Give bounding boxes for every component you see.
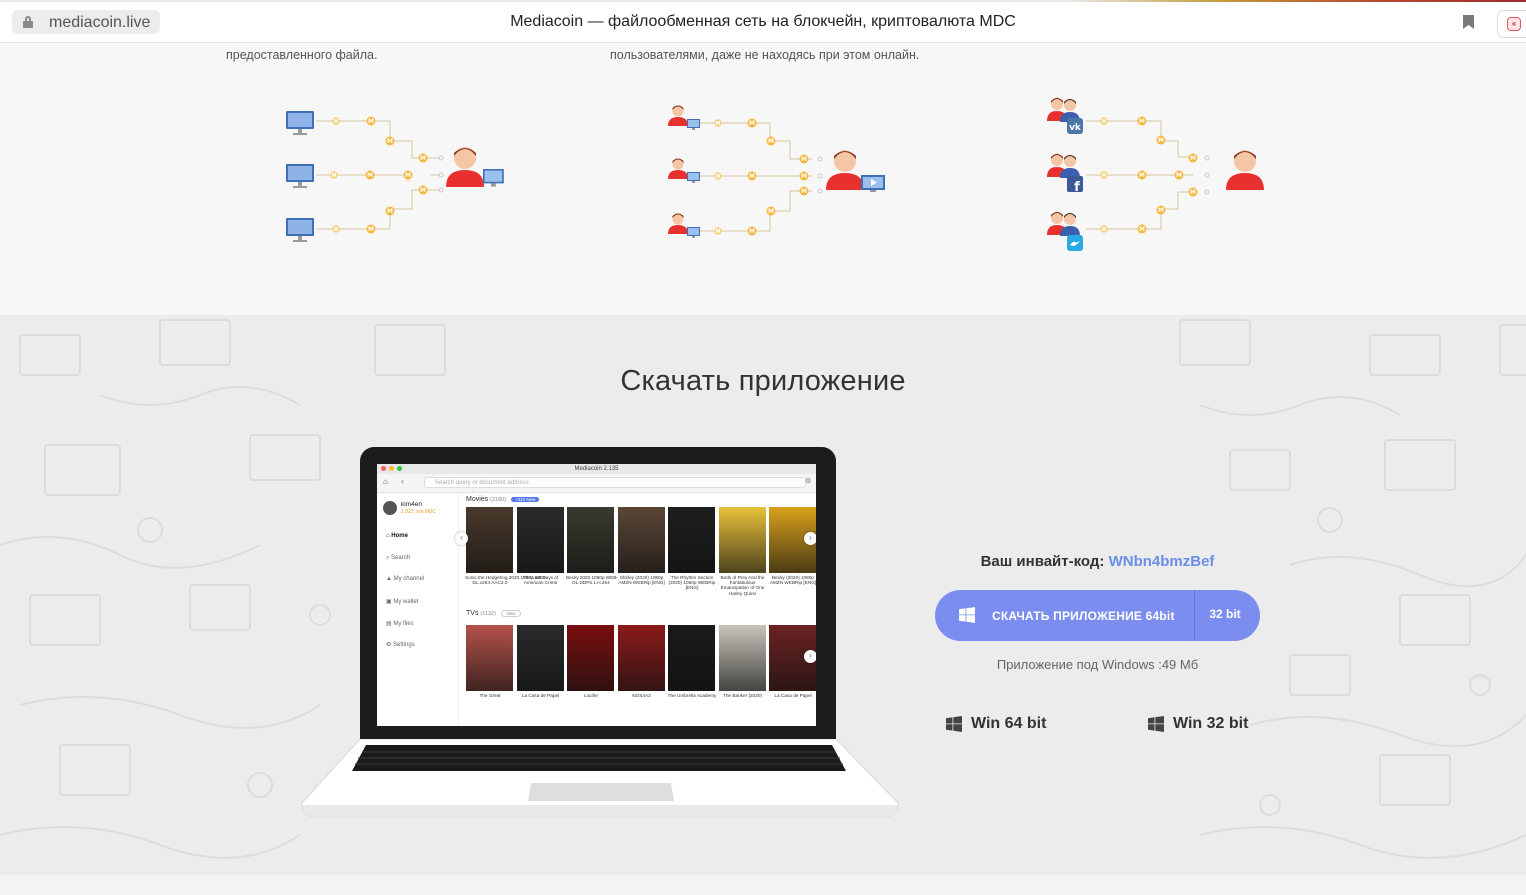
window-controls-icon [381, 466, 402, 471]
extension-button[interactable]: « [1497, 10, 1526, 38]
extension-badge-icon: « [1507, 17, 1521, 31]
svg-text:vk: vk [1069, 123, 1082, 133]
download-button-label: СКАЧАТЬ ПРИЛОЖЕНИЕ 64bit [992, 609, 1175, 623]
poster-caption: Lucifer [583, 693, 599, 698]
invite-code-line: Ваш инвайт-код: WNbn4bmzBef [935, 553, 1260, 570]
back-icon: ‹ [401, 476, 404, 486]
poster-caption: Becky.2020.1080p.WEB-DL.DDP5.1.H.264 [566, 575, 619, 586]
lock-icon [23, 16, 33, 28]
page-title: Mediacoin — файлообменная сеть на блокче… [510, 13, 1016, 30]
app-nav-home: ⌂ Home [386, 533, 408, 539]
poster-thumbnail [567, 625, 614, 691]
network-illustrations: M M [286, 98, 1264, 251]
diagram-1-nodes [286, 111, 504, 242]
tvs-header: TVs (1132) View [466, 610, 521, 617]
poster-thumbnail [567, 507, 614, 573]
app-nav-search: ⌕ Search [386, 555, 411, 561]
url-text: mediacoin.live [49, 14, 151, 31]
app-nav-wallet: ▣ My wallet [386, 599, 419, 605]
poster-caption: Birds of Prey And the Fantabulous Emanci… [720, 575, 765, 596]
chevron-right-icon: › [804, 650, 816, 663]
win64-link[interactable]: Win 64 bit [946, 713, 1046, 735]
download-32bit-button[interactable]: 32 bit [1195, 590, 1260, 641]
poster-caption: La Casa de Papel [521, 693, 560, 698]
app-nav-files: ▤ My files [386, 621, 414, 627]
chevron-right-icon: › [804, 532, 816, 545]
app-titlebar: Mediacoin 2.135 [377, 464, 816, 474]
app-nav-settings: ⚙ Settings [386, 642, 415, 648]
download-title: Скачать приложение [620, 365, 906, 397]
poster-thumbnail [617, 625, 665, 691]
poster-caption: Becky (2020) 1080p AMZN WEBRip [ENG] [769, 575, 816, 586]
poster-caption: The Last Days of American Crime [522, 575, 559, 586]
poster-thumbnail [516, 507, 564, 573]
address-bar[interactable]: mediacoin.live [12, 10, 160, 34]
chevron-left-icon: ‹ [455, 532, 468, 545]
laptop-keyboard-base [301, 739, 899, 818]
movies-header: Movies (2180) +324 New [466, 496, 540, 503]
win32-label: Win 32 bit [1173, 715, 1249, 732]
app-user-balance: 1 821, n/a MDC [401, 509, 437, 515]
poster-caption: The Banker (2020) [722, 693, 763, 698]
poster-thumbnail [516, 625, 564, 691]
win32-link[interactable]: Win 32 bit [1148, 713, 1248, 735]
app-user-name: kim4en [401, 501, 422, 508]
features-section: предоставленного файла. пользователями, … [0, 43, 1526, 315]
windows-icon [946, 716, 962, 732]
poster-thumbnail [466, 625, 513, 691]
win64-label: Win 64 bit [971, 715, 1047, 732]
svg-text:f: f [1074, 180, 1080, 195]
download-note: Приложение под Windows :49 Мб [996, 657, 1199, 672]
poster-caption: La Casa de Papel [774, 693, 812, 698]
invite-label: Ваш инвайт-код: [980, 553, 1105, 570]
home-icon: ⌂ [383, 477, 388, 486]
windows-icon [959, 607, 975, 623]
poster-caption: Shirley (2020) 1080p AMZN WEBRip [ENG] [618, 575, 665, 586]
poster-caption: NOS4A2 [632, 693, 651, 698]
poster-caption: The Umbrella Academy [667, 693, 717, 698]
laptop-mockup: Mediacoin 2.135 ⌂ ‹ Search query or docu… [296, 447, 904, 827]
bookmark-icon[interactable] [1463, 15, 1474, 29]
app-screenshot: Mediacoin 2.135 ⌂ ‹ Search query or docu… [377, 464, 816, 726]
diagram-2-nodes [668, 105, 885, 238]
poster-caption: The Great [479, 693, 501, 698]
app-nav-channel: ▲ My channel [386, 576, 425, 582]
gear-icon: ⚙ [805, 478, 812, 485]
download-64bit-button[interactable]: СКАЧАТЬ ПРИЛОЖЕНИЕ 64bit [935, 590, 1194, 641]
poster-thumbnail [668, 507, 715, 573]
poster-thumbnail [718, 625, 766, 691]
download-button[interactable]: СКАЧАТЬ ПРИЛОЖЕНИЕ 64bit 32 bit [935, 590, 1260, 641]
app-search-input: Search query or document address [424, 477, 806, 488]
poster-thumbnail [668, 625, 715, 691]
poster-thumbnail [617, 507, 665, 573]
poster-caption: Sonic.the.Hedgehog.2020.1080p.WEB-DL.x26… [465, 575, 548, 586]
app-toolbar: ⌂ ‹ Search query or document address ⚙ [377, 474, 816, 493]
avatar [383, 501, 397, 515]
windows-icon [1148, 716, 1164, 732]
app-sidebar: kim4en 1 821, n/a MDC ⌂ Home ⌕ Search ▲ … [377, 493, 459, 726]
page-footer-strip [0, 875, 1526, 895]
download-section: Скачать приложение Mediacoin 2.135 ⌂ ‹ S… [0, 315, 1526, 875]
invite-code[interactable]: WNbn4bmzBef [1109, 553, 1215, 570]
app-window-title: Mediacoin 2.135 [574, 466, 619, 472]
laptop-lid: Mediacoin 2.135 ⌂ ‹ Search query or docu… [360, 447, 836, 739]
browser-toolbar: mediacoin.live Mediacoin — файлообменная… [0, 2, 1526, 43]
download-32bit-label: 32 bit [1209, 607, 1241, 621]
poster-thumbnail [718, 507, 766, 573]
poster-thumbnail [466, 507, 513, 573]
poster-caption: The Rhythm Section (2020) 1080p WEBRip [… [668, 575, 716, 591]
